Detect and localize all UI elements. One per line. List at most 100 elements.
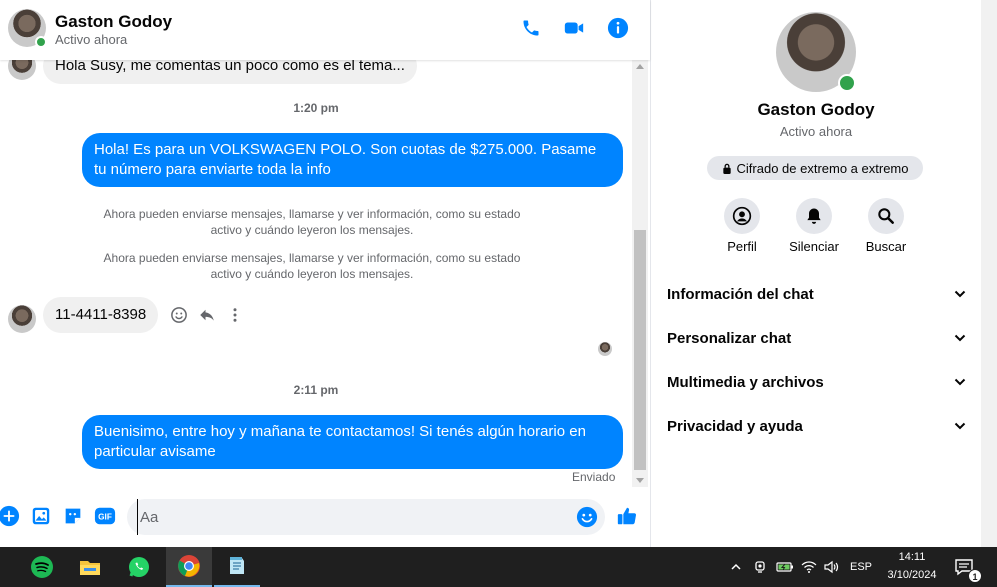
taskbar-app-spotify[interactable]	[19, 547, 65, 587]
tray-volume[interactable]	[823, 559, 841, 575]
profile-avatar[interactable]	[776, 12, 856, 92]
message-scrollbar[interactable]	[632, 60, 648, 487]
attach-image-button[interactable]	[30, 505, 52, 527]
message-input[interactable]	[137, 499, 567, 535]
tray-webcam[interactable]	[752, 559, 768, 575]
profile-action-label: Perfil	[727, 239, 757, 254]
section-media-files[interactable]: Multimedia y archivos	[667, 367, 967, 397]
webcam-icon	[755, 561, 765, 573]
taskbar-app-notepad[interactable]	[214, 547, 260, 587]
info-icon	[607, 17, 629, 39]
incoming-message[interactable]: 11-4411-8398	[43, 297, 159, 333]
mute-action-circle[interactable]	[796, 198, 832, 234]
search-action-label: Buscar	[865, 239, 907, 254]
chevron-down-icon	[954, 334, 966, 342]
emoji-icon	[576, 506, 598, 528]
more-actions-button[interactable]	[0, 505, 20, 527]
contact-avatar-small[interactable]	[8, 305, 36, 333]
outgoing-message[interactable]: Buenisimo, entre hoy y mañana te contact…	[82, 415, 623, 469]
taskbar-app-chrome[interactable]	[166, 547, 212, 587]
spotify-icon	[31, 556, 53, 578]
taskbar-app-whatsapp[interactable]	[116, 547, 162, 587]
scroll-thumb[interactable]	[634, 230, 646, 470]
file-explorer-icon	[80, 561, 100, 575]
profile-name: Gaston Godoy	[757, 100, 875, 119]
scroll-up-arrow[interactable]	[636, 64, 644, 69]
section-customize-chat[interactable]: Personalizar chat	[667, 323, 967, 353]
gif-button[interactable]: GIF	[94, 505, 116, 527]
online-indicator	[838, 74, 856, 92]
like-button[interactable]	[616, 505, 638, 527]
tray-wifi[interactable]	[801, 559, 817, 575]
contact-status: Activo ahora	[55, 32, 128, 47]
chrome-icon	[178, 555, 200, 577]
chevron-up-icon	[731, 563, 741, 570]
smiley-icon	[171, 307, 187, 323]
chevron-down-icon	[954, 378, 966, 386]
section-label: Multimedia y archivos	[667, 373, 824, 391]
section-label: Personalizar chat	[667, 329, 792, 347]
sticker-icon	[65, 508, 81, 524]
clock-date[interactable]: 3/10/2024	[880, 569, 944, 581]
taskbar-app-file-explorer[interactable]	[67, 547, 113, 587]
section-privacy-help[interactable]: Privacidad y ayuda	[667, 411, 967, 441]
chevron-down-icon	[954, 290, 966, 298]
phone-icon	[523, 20, 539, 36]
outgoing-message[interactable]: Hola! Es para un VOLKSWAGEN POLO. Son cu…	[82, 133, 623, 187]
svg-text:GIF: GIF	[98, 513, 112, 522]
contact-avatar-small[interactable]	[8, 60, 36, 80]
encryption-label: Cifrado de extremo a extremo	[736, 160, 909, 176]
chevron-down-icon	[954, 422, 966, 430]
gif-icon: GIF	[94, 507, 116, 525]
contact-name[interactable]: Gaston Godoy	[55, 12, 172, 32]
lock-icon	[722, 163, 731, 174]
video-camera-icon	[564, 22, 584, 34]
reply-button[interactable]	[197, 305, 217, 325]
message-list: Hola Susy, me comentas un poco como es e…	[0, 60, 632, 488]
sticker-button[interactable]	[62, 505, 84, 527]
conversation-info-button[interactable]	[606, 16, 630, 40]
seen-indicator-avatar	[598, 342, 612, 356]
notification-center-button[interactable]: 1	[954, 557, 982, 583]
chat-window: Gaston Godoy Activo ahora Hola Susy, me …	[0, 0, 651, 547]
encryption-badge[interactable]: Cifrado de extremo a extremo	[707, 156, 923, 180]
tray-overflow-button[interactable]	[728, 559, 744, 575]
notepad-icon	[230, 557, 244, 574]
section-chat-info[interactable]: Información del chat	[667, 279, 967, 309]
profile-status: Activo ahora	[779, 124, 853, 139]
more-options-button[interactable]	[225, 305, 245, 325]
profile-action-circle[interactable]	[724, 198, 760, 234]
online-indicator	[35, 36, 47, 48]
section-label: Información del chat	[667, 285, 814, 303]
reply-icon	[200, 309, 214, 321]
battery-charging-icon	[776, 562, 793, 572]
mute-action[interactable]: Silenciar	[778, 198, 850, 254]
whatsapp-icon	[129, 557, 149, 577]
system-notice: Ahora pueden enviarse mensajes, llamarse…	[103, 251, 521, 281]
react-button[interactable]	[169, 305, 189, 325]
clock-time[interactable]: 14:11	[880, 551, 944, 563]
search-action[interactable]: Buscar	[850, 198, 922, 254]
tray-battery[interactable]	[776, 559, 794, 575]
audio-call-button[interactable]	[519, 16, 543, 40]
wifi-icon	[801, 561, 817, 573]
system-notice: Ahora pueden enviarse mensajes, llamarse…	[103, 207, 521, 237]
mute-action-label: Silenciar	[789, 239, 839, 254]
profile-icon	[732, 206, 752, 226]
time-separator: 2:11 pm	[293, 383, 339, 397]
contact-avatar[interactable]	[8, 9, 47, 48]
incoming-message[interactable]: Hola Susy, me comentas un poco como es e…	[43, 60, 417, 84]
compose-box	[127, 499, 605, 535]
bell-icon	[807, 208, 821, 224]
video-call-button[interactable]	[562, 16, 586, 40]
delivery-status: Enviado	[572, 470, 616, 484]
chat-header: Gaston Godoy Activo ahora	[0, 0, 650, 60]
page-scrollbar[interactable]	[981, 0, 997, 547]
emoji-button[interactable]	[576, 506, 598, 528]
scroll-down-arrow[interactable]	[636, 478, 644, 483]
tray-language[interactable]: ESP	[848, 559, 874, 575]
search-icon	[878, 208, 894, 224]
search-action-circle[interactable]	[868, 198, 904, 234]
profile-action[interactable]: Perfil	[706, 198, 778, 254]
windows-taskbar: ESP 14:11 3/10/2024 1	[0, 547, 997, 587]
